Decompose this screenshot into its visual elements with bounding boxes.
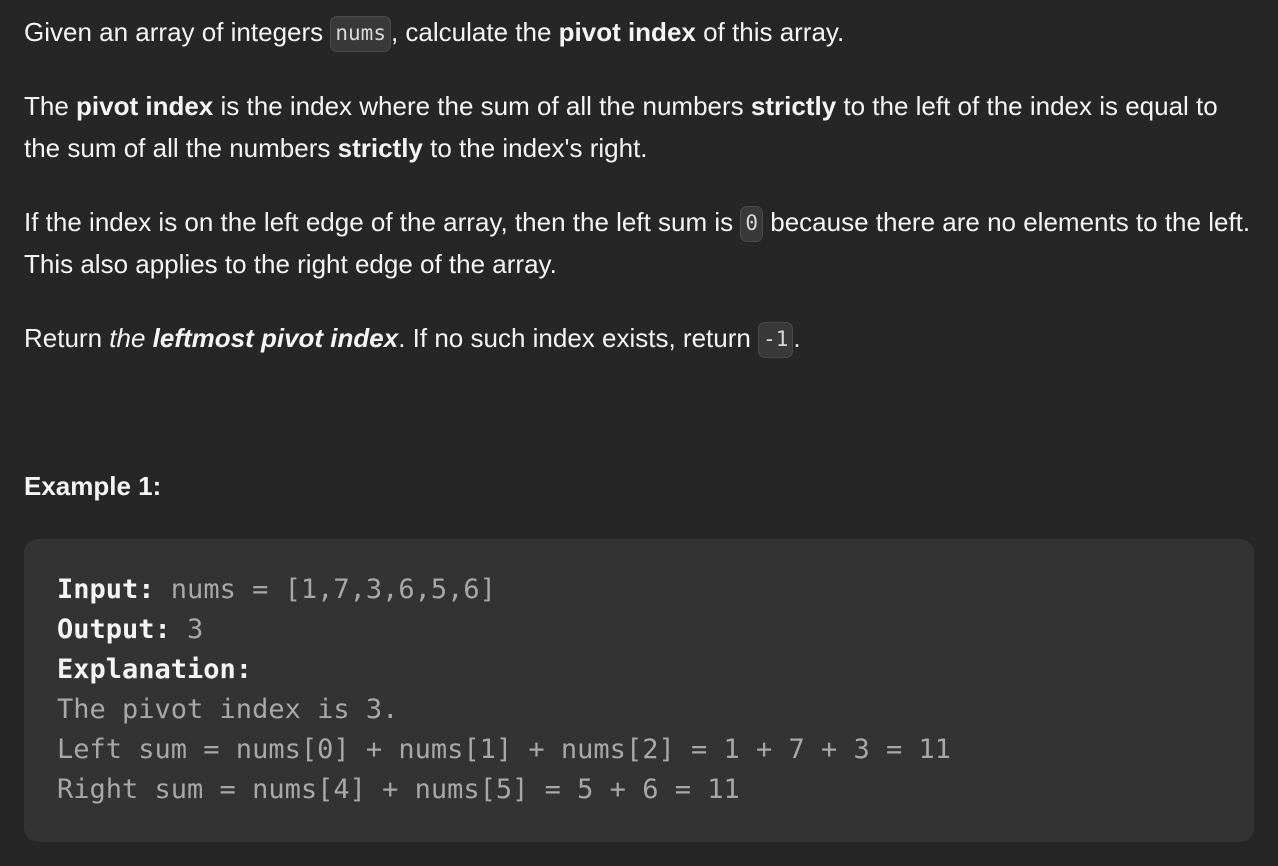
text: of this array.: [695, 17, 845, 47]
description-paragraph-edge: If the index is on the left edge of the …: [24, 201, 1260, 285]
text: is the index where the sum of all the nu…: [213, 91, 751, 121]
text: , calculate the: [390, 17, 559, 47]
bold-text: strictly: [337, 133, 423, 163]
inline-code-minus-one: -1: [758, 322, 794, 358]
explanation-text-line: Left sum = nums[0] + nums[1] + nums[2] =…: [57, 734, 952, 765]
bold-text: pivot index: [76, 91, 214, 121]
bold-text: pivot index: [558, 17, 696, 47]
inline-code-nums: nums: [330, 16, 391, 52]
description-paragraph-intro: Given an array of integers nums, calcula…: [24, 11, 1260, 53]
bold-text: strictly: [750, 91, 837, 121]
output-label: Output:: [57, 614, 171, 645]
description-paragraph-definition: The pivot index is the index where the s…: [24, 85, 1260, 169]
example-output-line: Output: 3: [57, 610, 1222, 650]
text: to the index's right.: [422, 133, 648, 163]
bold-italic-text: leftmost pivot index: [152, 323, 399, 353]
text: . If no such index exists, return: [398, 323, 759, 353]
example-code-block: Input: nums = [1,7,3,6,5,6] Output: 3 Expl…: [24, 539, 1254, 842]
text: If the index is on the left edge of the …: [24, 207, 741, 237]
explanation-text-line: Right sum = nums[4] + nums[5] = 5 + 6 = …: [57, 774, 740, 805]
output-value: 3: [170, 614, 204, 645]
example-title: Example 1:: [24, 471, 162, 501]
explanation-label: Explanation:: [57, 654, 253, 685]
inline-code-zero: 0: [740, 206, 764, 242]
explanation-text-line: The pivot index is 3.: [57, 694, 399, 725]
italic-text: the: [109, 323, 153, 353]
problem-description: Given an array of integers nums, calcula…: [24, 11, 1260, 359]
description-paragraph-return: Return the leftmost pivot index. If no s…: [24, 317, 1260, 359]
example-explanation-line: Explanation:: [57, 650, 1222, 690]
text: Return: [24, 323, 110, 353]
input-value: nums = [1,7,3,6,5,6]: [154, 574, 496, 605]
example-input-line: Input: nums = [1,7,3,6,5,6]: [57, 570, 1222, 610]
input-label: Input:: [57, 574, 155, 605]
text: Given an array of integers: [24, 17, 331, 47]
text: .: [793, 323, 801, 353]
text: The: [24, 91, 77, 121]
